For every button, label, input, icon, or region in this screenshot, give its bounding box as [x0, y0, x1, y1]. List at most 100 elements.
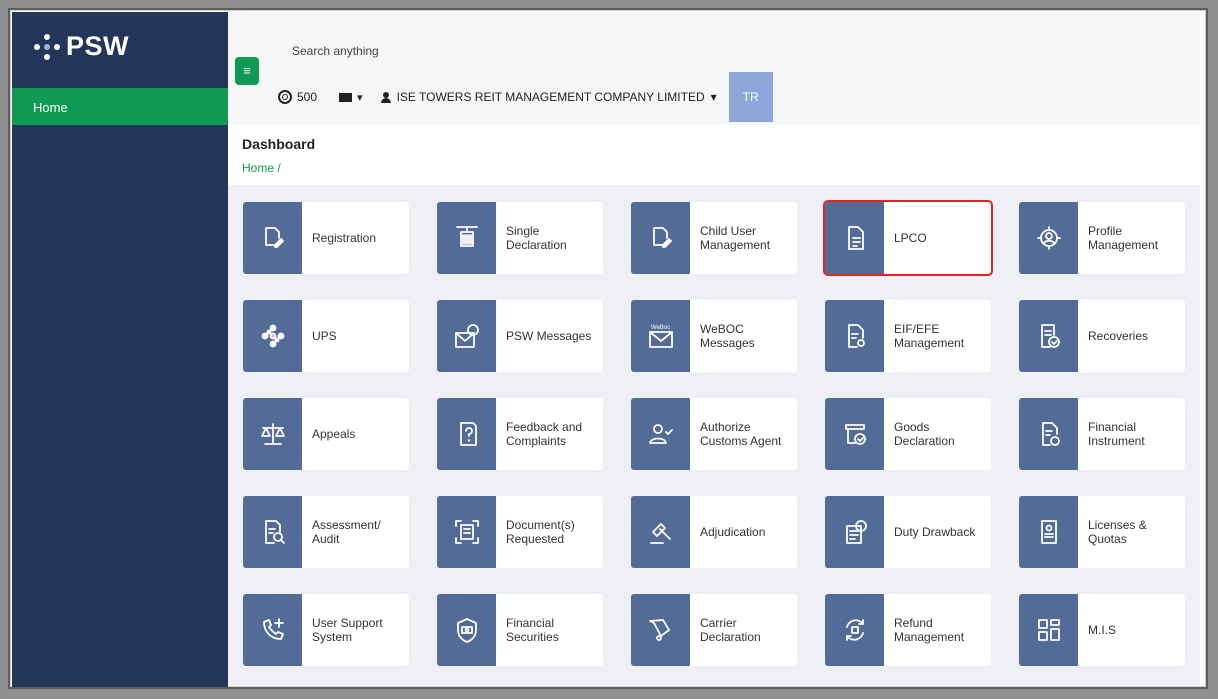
cart-icon [631, 594, 690, 666]
tile-label: Assessment/ Audit [312, 518, 381, 546]
document-icon [825, 202, 884, 274]
company-dropdown[interactable]: ISE TOWERS REIT MANAGEMENT COMPANY LIMIT… [380, 90, 717, 104]
tile-financial-securities[interactable]: Financial Securities [437, 594, 603, 666]
user-icon [380, 91, 391, 103]
coins-value: 500 [297, 90, 318, 104]
page-title: Dashboard [242, 136, 316, 152]
tile-goods-declaration[interactable]: Goods Declaration [825, 398, 991, 470]
shield-money-icon [437, 594, 496, 666]
tile-label: Financial Instrument [1088, 420, 1145, 448]
tile-label: M.I.S [1088, 623, 1117, 637]
tile-carrier-declaration[interactable]: Carrier Declaration [631, 594, 797, 666]
tile-label: Appeals [312, 427, 356, 441]
tile-user-support-system[interactable]: User Support System [243, 594, 409, 666]
psw-logo-icon [34, 33, 60, 60]
tile-label: Duty Drawback [894, 525, 976, 539]
refund-cycle-icon [825, 594, 884, 666]
menu-toggle-button[interactable]: ≡ [235, 57, 259, 85]
box-check-icon [825, 398, 884, 470]
tile-appeals[interactable]: Appeals [243, 398, 409, 470]
psw-dots-icon [243, 300, 302, 372]
messages-dropdown[interactable]: ▾ [339, 91, 363, 104]
tile-assessment-audit[interactable]: Assessment/ Audit [243, 496, 409, 568]
tile-label: PSW Messages [506, 329, 592, 343]
tile-label: Feedback and Complaints [506, 420, 583, 448]
page-header: Dashboard Home / [228, 125, 1200, 185]
tile-label: Registration [312, 231, 377, 245]
topbar: ≡ 500 ▾ ISE TOWERS REIT MANAGEMENT COMPA… [228, 12, 1200, 125]
user-check-icon [631, 398, 690, 470]
tile-label: Authorize Customs Agent [700, 420, 782, 448]
id-card-icon [1019, 496, 1078, 568]
tile-label: Recoveries [1088, 329, 1149, 343]
tile-document-s-requested[interactable]: Document(s) Requested [437, 496, 603, 568]
svg-text:WeBoc: WeBoc [651, 325, 670, 331]
document-gear-icon [825, 300, 884, 372]
tile-child-user-management[interactable]: Child User Management [631, 202, 797, 274]
document-rupee-icon [1019, 398, 1078, 470]
coin-icon [278, 90, 292, 104]
search-input[interactable] [290, 43, 494, 59]
company-name: ISE TOWERS REIT MANAGEMENT COMPANY LIMIT… [396, 90, 705, 104]
tile-psw-messages[interactable]: PSW Messages [437, 300, 603, 372]
avatar-initials: TR [742, 90, 759, 104]
tile-label: Document(s) Requested [506, 518, 575, 546]
gavel-icon [631, 496, 690, 568]
tile-registration[interactable]: Registration [243, 202, 409, 274]
breadcrumb[interactable]: Home / [242, 161, 281, 175]
tile-recoveries[interactable]: Recoveries [1019, 300, 1185, 372]
dashboard-grid-icon [1019, 594, 1078, 666]
tile-eif-efe-management[interactable]: EIF/EFE Management [825, 300, 991, 372]
sidebar: PSW Home [12, 12, 228, 687]
tile-licenses-quotas[interactable]: Licenses & Quotas [1019, 496, 1185, 568]
tile-financial-instrument[interactable]: Financial Instrument [1019, 398, 1185, 470]
tile-label: WeBOC Messages [700, 322, 755, 350]
tile-weboc-messages[interactable]: WeBoc WeBOC Messages [631, 300, 797, 372]
tile-label: Carrier Declaration [700, 616, 761, 644]
hamburger-icon: ≡ [243, 63, 251, 78]
tile-m-i-s[interactable]: M.I.S [1019, 594, 1185, 666]
coins-counter[interactable]: 500 [278, 90, 317, 104]
receipt-rupee-icon [825, 496, 884, 568]
weboc-envelope-icon: WeBoc [631, 300, 690, 372]
status-bar: 500 ▾ ISE TOWERS REIT MANAGEMENT COMPANY… [278, 72, 773, 122]
sidebar-item-label: Home [33, 100, 68, 115]
phone-plus-icon [243, 594, 302, 666]
tile-label: Adjudication [700, 525, 766, 539]
tile-label: Single Declaration [506, 224, 567, 252]
tile-authorize-customs-agent[interactable]: Authorize Customs Agent [631, 398, 797, 470]
tile-adjudication[interactable]: Adjudication [631, 496, 797, 568]
tile-label: Child User Management [700, 224, 771, 252]
sidebar-item-home[interactable]: Home [12, 88, 228, 125]
caret-down-icon: ▾ [357, 91, 363, 104]
envelope-icon [339, 92, 353, 102]
tile-feedback-and-complaints[interactable]: Feedback and Complaints [437, 398, 603, 470]
profile-gear-icon [1019, 202, 1078, 274]
edit-document-icon [631, 202, 690, 274]
tile-label: User Support System [312, 616, 383, 644]
scales-icon [243, 398, 302, 470]
dashboard-grid: Registration Single Declaration Child User… [228, 185, 1200, 685]
envelope-badge-icon [437, 300, 496, 372]
tile-ups[interactable]: UPS [243, 300, 409, 372]
tile-single-declaration[interactable]: Single Declaration [437, 202, 603, 274]
tile-profile-management[interactable]: Profile Management [1019, 202, 1185, 274]
tile-label: Financial Securities [506, 616, 559, 644]
tile-lpco[interactable]: LPCO [823, 200, 993, 276]
avatar[interactable]: TR [728, 72, 773, 122]
tile-refund-management[interactable]: Refund Management [825, 594, 991, 666]
tile-label: Refund Management [894, 616, 965, 644]
scan-document-icon [437, 496, 496, 568]
document-check-icon [1019, 300, 1078, 372]
edit-document-icon [243, 202, 302, 274]
tile-label: UPS [312, 329, 337, 343]
tile-label: EIF/EFE Management [894, 322, 965, 350]
tile-duty-drawback[interactable]: Duty Drawback [825, 496, 991, 568]
psw-logo[interactable]: PSW [34, 31, 129, 62]
document-search-icon [243, 496, 302, 568]
tile-label: LPCO [894, 231, 927, 245]
caret-down-icon: ▾ [710, 90, 717, 104]
tile-label: Licenses & Quotas [1088, 518, 1147, 546]
question-document-icon [437, 398, 496, 470]
logo-text: PSW [66, 31, 130, 61]
